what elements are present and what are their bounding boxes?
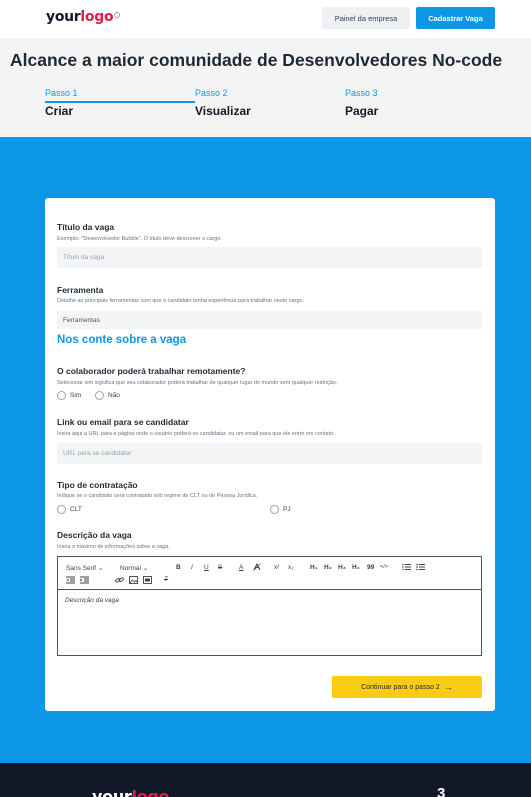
remote-no-radio[interactable]: Não [95,391,120,400]
step-3: Passo 3 Pagar [345,88,379,118]
radio-circle [95,391,104,400]
top-navbar: yourlogo Painel da empresa Cadastrar Vag… [0,0,531,38]
job-title-help: Exemplo: "Desenvolvedor Bubble". O títul… [57,236,223,242]
editor-toolbar: Sans Serif ⌄ Normal ⌄ B I U S A x² x₂ H₁… [58,557,481,590]
radio-circle [57,391,66,400]
text-color-icon[interactable]: A [239,564,243,571]
footer: yourlogo 3 [0,763,531,797]
chevron-down-icon: ⌄ [142,565,149,572]
ordered-list-icon[interactable] [402,563,411,571]
remote-yes-radio[interactable]: Sim [57,391,81,400]
bullet-list-icon[interactable] [416,563,425,571]
strike-icon[interactable]: S [218,564,222,571]
post-job-button[interactable]: Cadastrar Vaga [416,7,495,29]
apply-link-label: Link ou email para se candidatar [57,417,189,427]
blockquote-icon[interactable]: 99 [367,564,374,571]
description-editor: Sans Serif ⌄ Normal ⌄ B I U S A x² x₂ H₁… [57,556,482,656]
chevron-down-icon: ⌄ [97,565,104,572]
step-1: Passo 1 Criar [45,88,78,118]
clear-format-icon[interactable]: T [164,576,168,583]
link-icon[interactable] [115,576,124,584]
registered-icon [114,12,121,18]
italic-icon[interactable]: I [191,564,193,571]
company-panel-button[interactable]: Painel da empresa [322,7,410,29]
underline-icon[interactable]: U [204,564,209,571]
heading-4-icon[interactable]: H₄ [352,564,360,571]
active-step-indicator [45,101,195,103]
section-title: Nos conte sobre a vaga [57,334,187,346]
heading-1-icon[interactable]: H₁ [310,564,317,571]
job-title-label: Título da vaga [57,222,115,232]
arrow-right-icon: → [444,682,453,692]
highlight-icon[interactable] [253,563,261,571]
tool-input[interactable]: Ferramentas [57,311,482,329]
continue-step-2-button[interactable]: Continuar para o passo 2 → [332,676,482,698]
contract-pj-radio[interactable]: PJ [270,505,291,514]
heading-2-icon[interactable]: H₂ [324,564,332,571]
description-label: Descrição da vaga [57,530,132,540]
contract-label: Tipo de contratação [57,480,138,490]
contract-help: Indique se o candidato será contratado s… [57,493,258,499]
superscript-icon[interactable]: x² [274,564,279,571]
font-family-select[interactable]: Sans Serif ⌄ [66,564,103,572]
indent-icon[interactable] [80,576,89,584]
remote-label: O colaborador poderá trabalhar remotamen… [57,366,246,376]
font-size-select[interactable]: Normal ⌄ [120,564,148,572]
image-icon[interactable] [129,576,138,584]
step-2: Passo 2 Visualizar [195,88,251,118]
bold-icon[interactable]: B [176,564,181,571]
apply-link-input[interactable]: URL para se candidatar [57,443,482,464]
job-title-input[interactable]: Título da vaga [57,247,482,268]
code-icon[interactable]: </> [380,564,388,570]
outdent-icon[interactable] [66,576,75,584]
apply-link-help: Insira aqui a URL para a página onde o u… [57,431,335,437]
tool-help: Detalhe as principais ferramentas com qu… [57,298,305,304]
remote-help: Selecionar sim significa que seu colabor… [57,380,338,386]
tool-label: Ferramenta [57,285,104,295]
description-textarea[interactable]: Descrição da vaga [65,597,119,604]
brand-logo[interactable]: yourlogo [46,9,121,25]
heading-3-icon[interactable]: H₃ [338,564,346,571]
footer-number: 3 [437,785,446,797]
radio-circle [57,505,66,514]
contract-clt-radio[interactable]: CLT [57,505,82,514]
page-title: Alcance a maior comunidade de Desenvolve… [10,50,503,70]
footer-logo[interactable]: yourlogo [92,787,170,797]
radio-circle [270,505,279,514]
description-help: Insira o máximo de informações sobre a v… [57,544,170,550]
video-icon[interactable] [143,576,152,584]
subscript-icon[interactable]: x₂ [288,564,294,571]
